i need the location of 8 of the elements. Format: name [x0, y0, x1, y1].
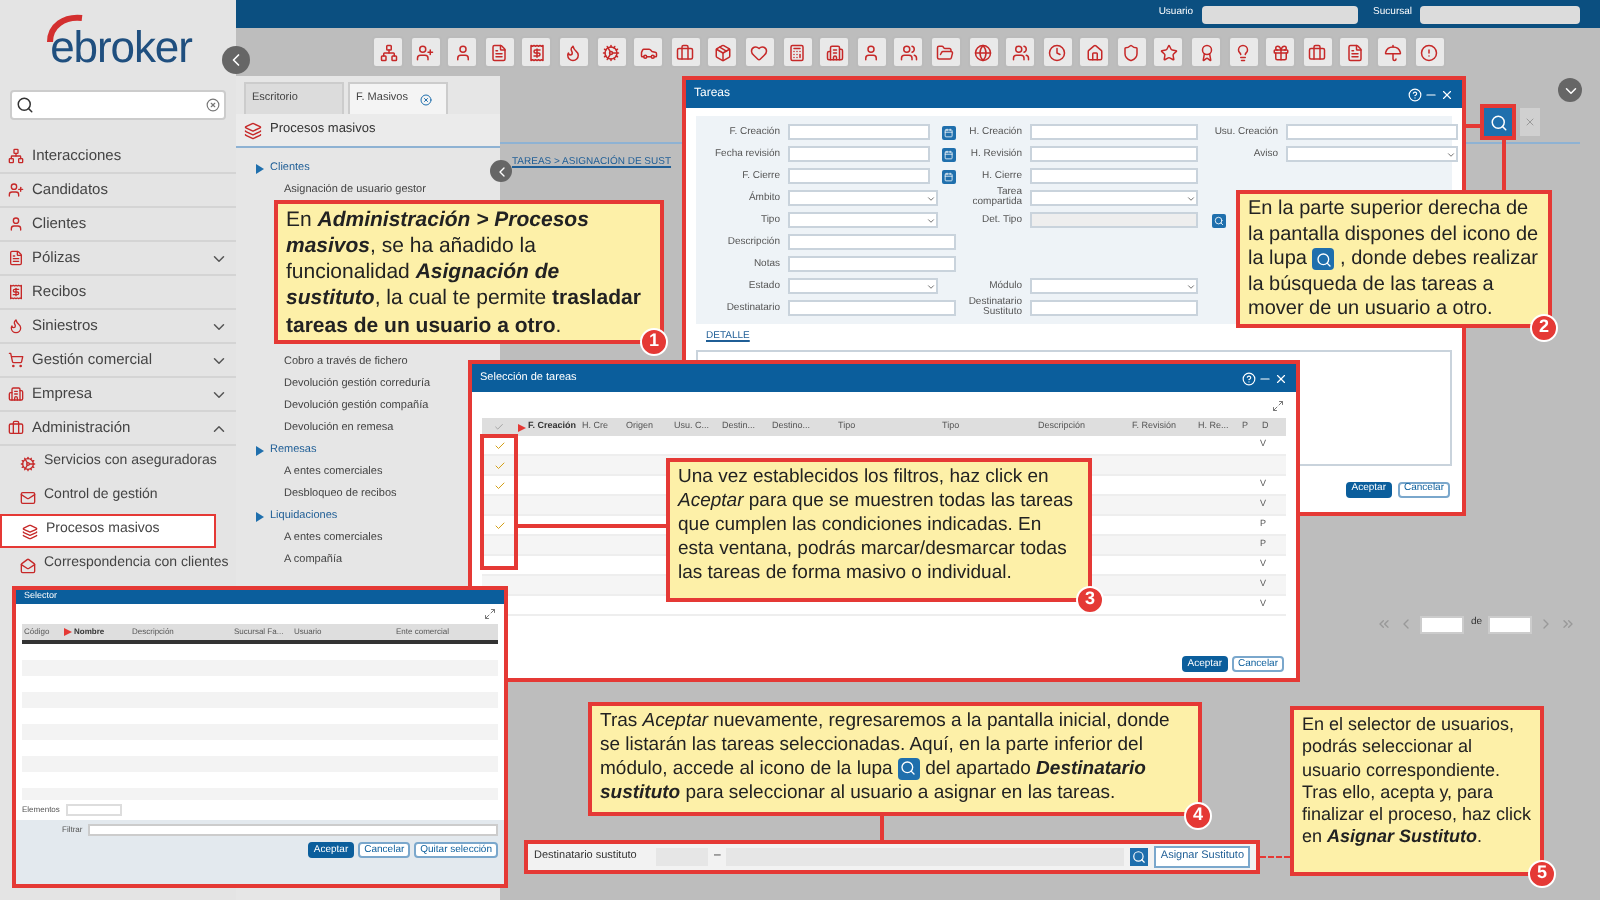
callout-text: En el selector de usuarios, podrás seleccionar al usuario correspondiente. Tras ello, acepta y, para finalizar el proceso, haz click en Asignar Sustituto.: [1302, 714, 1532, 849]
callout-text: Tras Aceptar nuevamente, regresaremos a la pantalla inicial, donde se listarán las tareas seleccionadas. Aquí, en la parte inferior del módulo, accede al icono de la lupa del apartado Destinatario sustituto para seleccionar al usuario a asignar en las tareas.: [600, 710, 1172, 806]
step-badge: 1: [640, 328, 668, 356]
step-badge: 2: [1530, 314, 1558, 342]
logo: ebroker: [44, 12, 192, 72]
step-badge: 4: [1184, 802, 1212, 830]
callout-text: En Administración > Procesos masivos, se ha añadido la funcionalidad Asignación de sustituto, la cual te permite trasladar tareas de un usuario a otro.: [286, 208, 643, 340]
step-badge: 5: [1528, 860, 1556, 888]
